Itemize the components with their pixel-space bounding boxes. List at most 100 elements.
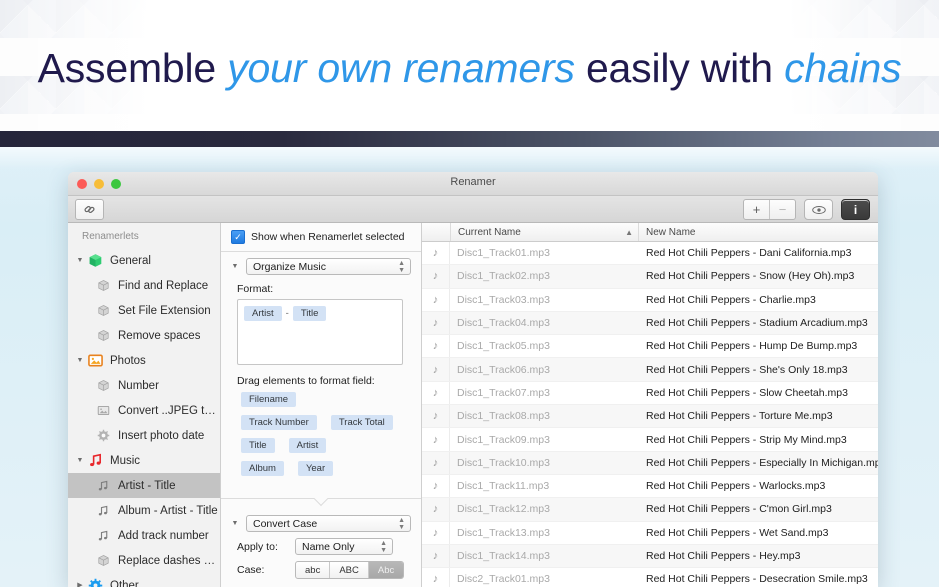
show-when-selected-checkbox[interactable]: ✓ — [231, 230, 245, 244]
table-row[interactable]: ♪Disc1_Track10.mp3Red Hot Chili Peppers … — [422, 452, 878, 475]
sidebar-item-number[interactable]: Number — [68, 373, 220, 398]
table-row[interactable]: ♪Disc1_Track12.mp3Red Hot Chili Peppers … — [422, 498, 878, 521]
table-row[interactable]: ♪Disc1_Track13.mp3Red Hot Chili Peppers … — [422, 522, 878, 545]
icon-column-header — [422, 223, 451, 241]
table-row[interactable]: ♪Disc1_Track04.mp3Red Hot Chili Peppers … — [422, 312, 878, 335]
hero-headline: Assemble your own renamers easily with c… — [0, 40, 939, 96]
table-row[interactable]: ♪Disc1_Track02.mp3Red Hot Chili Peppers … — [422, 265, 878, 288]
sidebar-item-find-and-replace[interactable]: Find and Replace — [68, 273, 220, 298]
apply-to-popup[interactable]: Name Only ▲▼ — [295, 538, 393, 555]
music-note-icon: ♪ — [422, 428, 450, 450]
element-token-filename[interactable]: Filename — [241, 392, 296, 407]
dark-divider-band — [0, 131, 939, 147]
apply-to-label: Apply to: — [237, 541, 289, 553]
music-note-icon: ♪ — [422, 498, 450, 520]
disclosure-triangle-icon[interactable]: ▼ — [74, 457, 86, 464]
table-row[interactable]: ♪Disc1_Track03.mp3Red Hot Chili Peppers … — [422, 289, 878, 312]
element-row: Filename — [241, 392, 411, 411]
link-icon — [83, 203, 96, 216]
sidebar-item-label: Replace dashes with unde... — [118, 555, 220, 567]
element-token-album[interactable]: Album — [241, 461, 284, 476]
screenshot-root: Assemble your own renamers easily with c… — [0, 0, 939, 587]
element-token-title[interactable]: Title — [241, 438, 275, 453]
case-segmented-control[interactable]: abc ABC Abc — [295, 561, 404, 579]
sidebar-group-photos[interactable]: ▼ Photos — [68, 348, 220, 373]
current-name-column-header[interactable]: Current Name ▲ — [451, 223, 639, 241]
eye-icon — [812, 205, 826, 215]
format-field[interactable]: Artist-Title — [237, 299, 403, 365]
current-name-cell: Disc1_Track03.mp3 — [450, 294, 639, 306]
convert-case-popup[interactable]: Convert Case ▲▼ — [246, 515, 411, 532]
case-option-lower[interactable]: abc — [296, 562, 329, 578]
table-row[interactable]: ♪Disc1_Track05.mp3Red Hot Chili Peppers … — [422, 335, 878, 358]
sidebar-item-artist-title[interactable]: Artist - Title — [68, 473, 220, 498]
table-row[interactable]: ♪Disc1_Track01.mp3Red Hot Chili Peppers … — [422, 242, 878, 265]
element-token-year[interactable]: Year — [298, 461, 333, 476]
disclosure-triangle-icon[interactable]: ▼ — [74, 257, 86, 264]
drag-elements-label: Drag elements to format field: — [237, 375, 411, 387]
apply-to-row: Apply to: Name Only ▲▼ — [237, 538, 411, 555]
show-when-selected-row[interactable]: ✓ Show when Renamerlet selected — [221, 223, 421, 252]
element-token-artist[interactable]: Artist — [289, 438, 327, 453]
format-token-title[interactable]: Title — [293, 306, 327, 321]
hero-text-emphasis2: chains — [784, 45, 901, 91]
new-name-cell: Red Hot Chili Peppers - Charlie.mp3 — [639, 294, 878, 306]
sidebar-item-set-file-extension[interactable]: Set File Extension — [68, 298, 220, 323]
sidebar-item-remove-spaces[interactable]: Remove spaces — [68, 323, 220, 348]
table-row[interactable]: ♪Disc1_Track06.mp3Red Hot Chili Peppers … — [422, 358, 878, 381]
new-name-cell: Red Hot Chili Peppers - Warlocks.mp3 — [639, 480, 878, 492]
disclosure-triangle-icon[interactable]: ▶ — [74, 582, 86, 587]
table-row[interactable]: ♪Disc1_Track11.mp3Red Hot Chili Peppers … — [422, 475, 878, 498]
sidebar-group-music[interactable]: ▼ Music — [68, 448, 220, 473]
sidebar-item-album-artist-title[interactable]: Album - Artist - Title — [68, 498, 220, 523]
current-name-cell: Disc1_Track07.mp3 — [450, 387, 639, 399]
format-token-artist[interactable]: Artist — [244, 306, 282, 321]
preview-button[interactable] — [804, 199, 833, 220]
photo-gray-icon — [94, 403, 112, 419]
sidebar-group-general[interactable]: ▼ General — [68, 248, 220, 273]
chevron-updown-icon: ▲▼ — [380, 540, 387, 554]
window-toolbar: + − i — [68, 196, 878, 223]
organize-music-popup[interactable]: Organize Music ▲▼ — [246, 258, 411, 275]
window-body: Renamerlets ▼ General Find and Replace — [68, 223, 878, 587]
sidebar-header: Renamerlets — [68, 231, 220, 248]
new-name-cell: Red Hot Chili Peppers - Stadium Arcadium… — [639, 317, 878, 329]
current-name-cell: Disc1_Track09.mp3 — [450, 434, 639, 446]
disclosure-triangle-icon[interactable]: ▼ — [229, 520, 241, 527]
table-row[interactable]: ♪Disc1_Track09.mp3Red Hot Chili Peppers … — [422, 428, 878, 451]
table-row[interactable]: ♪Disc1_Track14.mp3Red Hot Chili Peppers … — [422, 545, 878, 568]
add-button[interactable]: + — [744, 200, 769, 219]
table-row[interactable]: ♪Disc2_Track01.mp3Red Hot Chili Peppers … — [422, 568, 878, 587]
disclosure-triangle-icon[interactable]: ▼ — [74, 357, 86, 364]
convert-case-popup-row: ▼ Convert Case ▲▼ — [229, 515, 411, 532]
current-name-cell: Disc1_Track04.mp3 — [450, 317, 639, 329]
table-row[interactable]: ♪Disc1_Track07.mp3Red Hot Chili Peppers … — [422, 382, 878, 405]
show-when-selected-label: Show when Renamerlet selected — [251, 231, 405, 243]
format-label: Format: — [237, 283, 411, 295]
sidebar-item-convert-jpeg[interactable]: Convert ..JPEG to .jpg — [68, 398, 220, 423]
window-titlebar: Renamer — [68, 172, 878, 196]
sidebar-item-replace-dashes[interactable]: Replace dashes with unde... — [68, 548, 220, 573]
case-option-title[interactable]: Abc — [368, 562, 403, 578]
hero-banner: Assemble your own renamers easily with c… — [0, 0, 939, 131]
table-row[interactable]: ♪Disc1_Track08.mp3Red Hot Chili Peppers … — [422, 405, 878, 428]
remove-button[interactable]: − — [769, 200, 795, 219]
case-option-upper[interactable]: ABC — [329, 562, 368, 578]
sidebar-item-insert-photo-date[interactable]: Insert photo date — [68, 423, 220, 448]
music-note-icon: ♪ — [422, 265, 450, 287]
element-token-track-number[interactable]: Track Number — [241, 415, 317, 430]
music-note-gray-icon — [94, 478, 112, 494]
link-icon-button[interactable] — [75, 199, 104, 220]
element-token-track-total[interactable]: Track Total — [331, 415, 393, 430]
sidebar-group-other[interactable]: ▶ Other — [68, 573, 220, 587]
info-button[interactable]: i — [841, 199, 870, 220]
add-remove-segmented-control[interactable]: + − — [743, 199, 796, 220]
sidebar-item-add-track-number[interactable]: Add track number — [68, 523, 220, 548]
current-name-cell: Disc1_Track14.mp3 — [450, 550, 639, 562]
gear-blue-icon — [86, 578, 104, 587]
sidebar-item-label: Number — [118, 380, 159, 392]
new-name-column-header[interactable]: New Name — [639, 227, 878, 238]
music-note-icon: ♪ — [422, 545, 450, 567]
disclosure-triangle-icon[interactable]: ▼ — [229, 263, 241, 270]
sidebar-item-label: Album - Artist - Title — [118, 505, 218, 517]
